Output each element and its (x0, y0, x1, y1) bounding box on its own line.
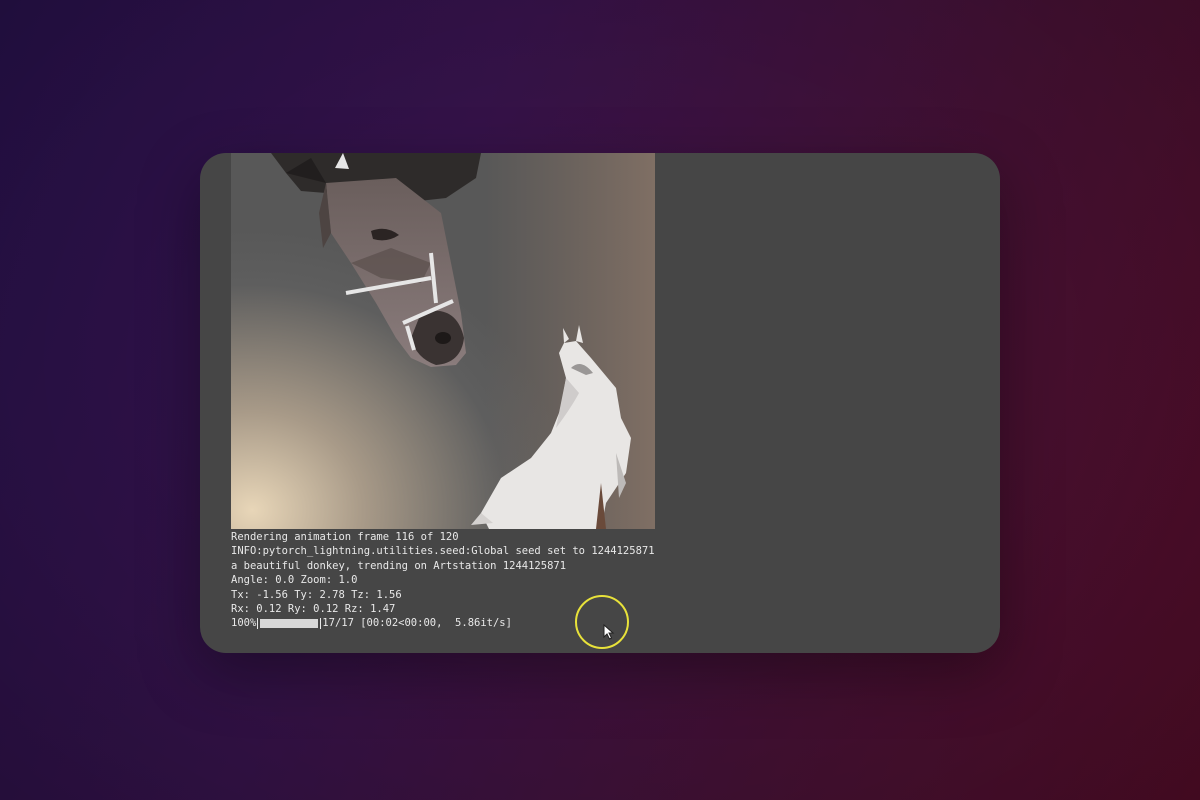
progress-timing: [00:02<00:00, 5.86it/s] (360, 617, 512, 630)
progress-bar-fill (260, 619, 319, 629)
progress-bar (257, 618, 322, 630)
console-line: INFO:pytorch_lightning.utilities.seed:Gl… (231, 545, 655, 558)
progress-count: 17/17 (322, 617, 354, 630)
mouse-pointer-icon (603, 623, 615, 644)
progress-percent: 100% (231, 617, 257, 630)
generated-image (231, 153, 655, 529)
console-line: a beautiful donkey, trending on Artstati… (231, 559, 567, 572)
notebook-output-panel: Rendering animation frame 116 of 120 INF… (200, 153, 1000, 653)
console-line: Rendering animation frame 116 of 120 (231, 531, 459, 543)
console-line: Angle: 0.0 Zoom: 1.0 (231, 574, 358, 587)
cursor-highlight-ring (575, 595, 629, 649)
